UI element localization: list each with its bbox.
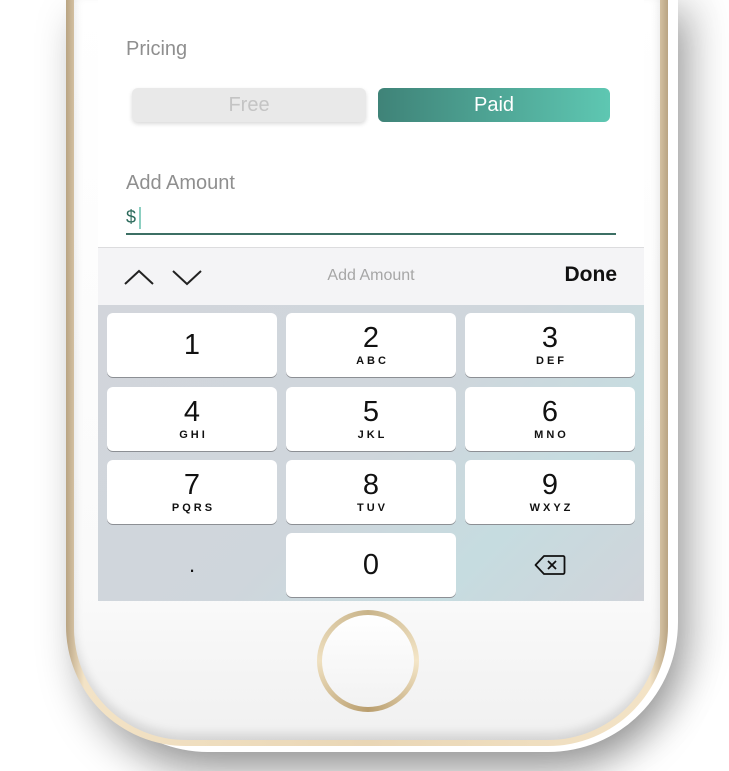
key-3[interactable]: 3 DEF xyxy=(465,313,635,377)
key-letters: WXYZ xyxy=(529,502,574,514)
text-caret xyxy=(139,207,141,229)
done-button[interactable]: Done xyxy=(565,263,618,287)
accessory-title: Add Amount xyxy=(327,267,415,284)
key-letters: PQRS xyxy=(171,502,216,514)
key-letters: ABC xyxy=(356,355,389,367)
key-2[interactable]: 2 ABC xyxy=(286,313,456,377)
key-letters: TUV xyxy=(357,502,388,514)
key-5[interactable]: 5 JKL xyxy=(286,387,456,451)
key-letters: JKL xyxy=(357,429,388,441)
app-screen: Pricing Free Paid Add Amount $ Add Amoun… xyxy=(98,0,644,601)
home-button-face xyxy=(322,615,414,707)
key-digit: 3 xyxy=(541,322,559,354)
key-digit: 0 xyxy=(362,549,380,581)
key-letters: GHI xyxy=(179,429,208,441)
key-digit: 2 xyxy=(362,322,380,354)
delete-key[interactable] xyxy=(465,533,635,597)
key-digit: 9 xyxy=(541,469,559,501)
keyboard-accessory-bar: Add Amount Done xyxy=(98,247,644,306)
key-digit: 4 xyxy=(183,396,201,428)
numeric-keypad: 1 2 ABC 3 DEF 4 GHI 5 JKL 6 MNO 7 PQRS 8… xyxy=(98,305,644,601)
home-button[interactable] xyxy=(317,610,419,712)
key-0[interactable]: 0 xyxy=(286,533,456,597)
key-letters: MNO xyxy=(534,429,569,441)
paid-option-button[interactable]: Paid xyxy=(378,88,610,122)
key-decimal[interactable]: . xyxy=(107,533,277,597)
add-amount-label: Add Amount xyxy=(126,172,235,194)
key-digit: 5 xyxy=(362,396,380,428)
key-digit: 6 xyxy=(541,396,559,428)
key-letters: DEF xyxy=(536,355,567,367)
backspace-icon xyxy=(534,555,566,575)
key-digit: 8 xyxy=(362,469,380,501)
currency-prefix: $ xyxy=(126,207,137,227)
decimal-label: . xyxy=(188,552,196,577)
key-1[interactable]: 1 xyxy=(107,313,277,377)
key-6[interactable]: 6 MNO xyxy=(465,387,635,451)
free-option-button[interactable]: Free xyxy=(132,88,366,122)
key-8[interactable]: 8 TUV xyxy=(286,460,456,524)
key-9[interactable]: 9 WXYZ xyxy=(465,460,635,524)
key-digit: 1 xyxy=(183,329,201,361)
key-4[interactable]: 4 GHI xyxy=(107,387,277,451)
amount-input[interactable]: $ xyxy=(126,203,616,235)
key-7[interactable]: 7 PQRS xyxy=(107,460,277,524)
pricing-label: Pricing xyxy=(126,38,188,60)
key-digit: 7 xyxy=(183,469,201,501)
